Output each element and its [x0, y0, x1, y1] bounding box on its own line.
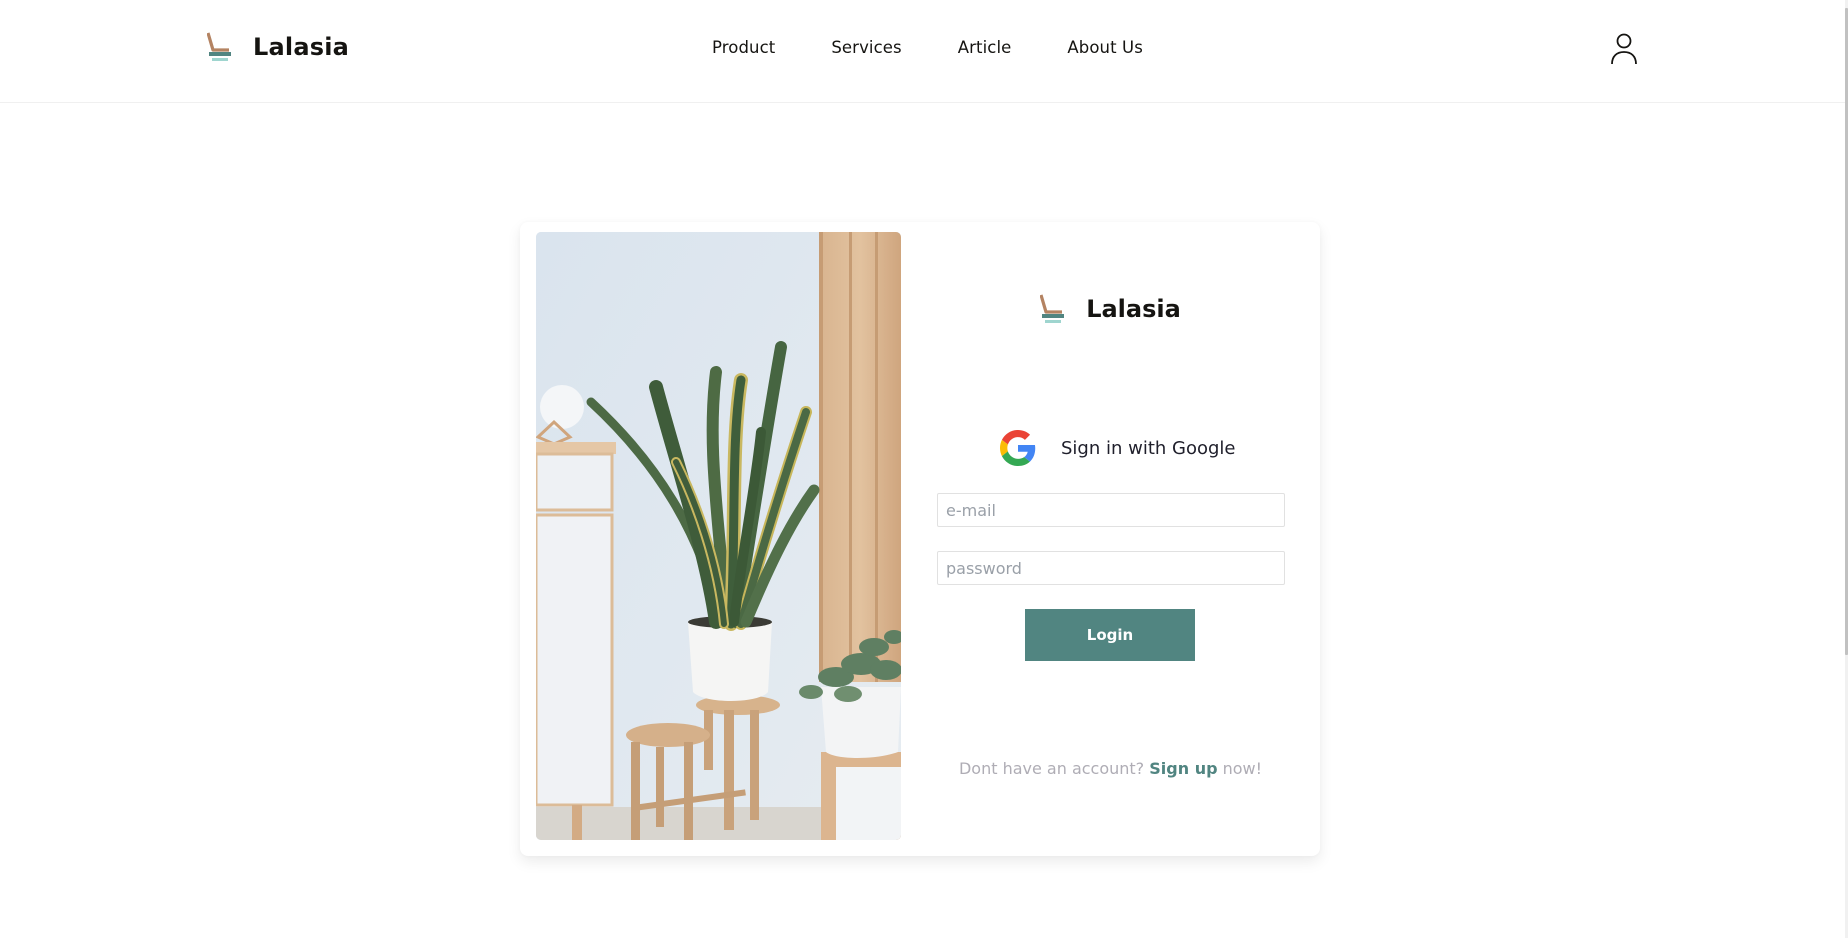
nav-article[interactable]: Article: [958, 38, 1012, 57]
signup-prefix: Dont have an account?: [958, 759, 1150, 778]
chair-logo-icon: [207, 32, 231, 61]
google-signin-button[interactable]: Sign in with Google: [1000, 430, 1236, 466]
login-hero-image: [536, 232, 901, 840]
plant-photo-illustration: [536, 232, 901, 840]
brand-logo-link[interactable]: Lalasia: [207, 32, 349, 62]
main-nav: Product Services Article About Us: [712, 38, 1143, 57]
main-pot: [688, 622, 772, 701]
side-box: [821, 752, 901, 840]
top-navbar: Lalasia Product Services Article About U…: [0, 0, 1845, 103]
google-g-icon: [1000, 430, 1036, 466]
signup-prompt: Dont have an account? Sign up now!: [901, 759, 1320, 778]
nav-product[interactable]: Product: [712, 38, 775, 57]
globe-lamp: [540, 385, 584, 429]
email-field[interactable]: [937, 493, 1285, 527]
google-signin-label: Sign in with Google: [1061, 437, 1236, 459]
nav-services[interactable]: Services: [831, 38, 901, 57]
chair-logo-icon: [1040, 294, 1065, 323]
card-brand-name: Lalasia: [1086, 295, 1181, 323]
password-field[interactable]: [937, 551, 1285, 585]
user-account-button[interactable]: [1608, 32, 1640, 66]
signup-link[interactable]: Sign up: [1149, 759, 1217, 778]
cabinet: [536, 442, 616, 840]
user-icon: [1611, 33, 1637, 65]
nav-about-us[interactable]: About Us: [1067, 38, 1143, 57]
card-brand: Lalasia: [901, 294, 1320, 324]
signup-suffix: now!: [1217, 759, 1263, 778]
brand-name: Lalasia: [253, 33, 350, 61]
login-form-panel: Lalasia Sign in with Google Login Dont h…: [901, 222, 1320, 856]
small-pot: [821, 687, 901, 758]
login-button[interactable]: Login: [1025, 609, 1195, 661]
wood-slats: [819, 232, 901, 682]
login-card: Lalasia Sign in with Google Login Dont h…: [520, 222, 1320, 856]
